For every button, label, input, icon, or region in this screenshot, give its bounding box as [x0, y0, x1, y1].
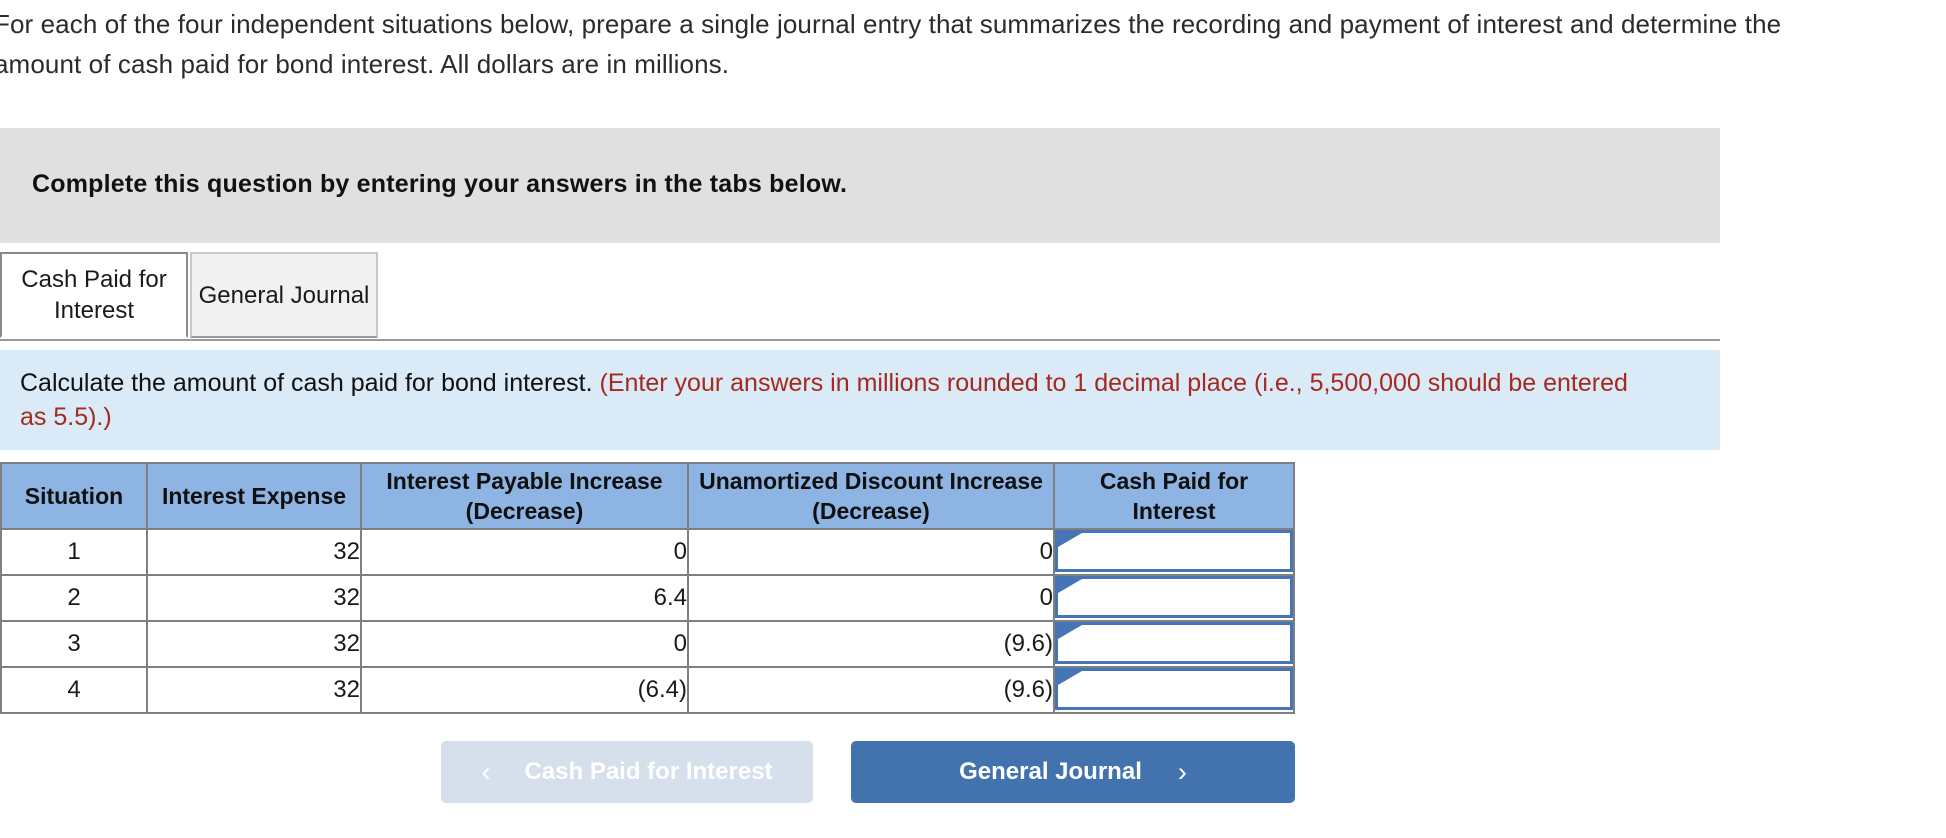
calculation-instruction-banner: Calculate the amount of cash paid for bo… — [0, 350, 1720, 450]
cell-interest-payable: 0 — [360, 528, 689, 576]
cell-cash-paid-for-interest — [1053, 528, 1295, 576]
next-tab-button[interactable]: General Journal › — [851, 741, 1295, 803]
table-row: 1 32 0 0 — [0, 528, 1295, 576]
cell-situation: 1 — [0, 528, 148, 576]
cell-interest-expense: 32 — [146, 666, 362, 714]
table-header-row: Situation Interest Expense Interest Paya… — [0, 462, 1295, 530]
column-header-cash-paid-for-interest: Cash Paid for Interest — [1053, 462, 1295, 530]
cell-situation: 3 — [0, 620, 148, 668]
cell-interest-payable: 0 — [360, 620, 689, 668]
cell-interest-expense: 32 — [146, 620, 362, 668]
cash-paid-for-interest-table: Situation Interest Expense Interest Paya… — [0, 462, 1295, 714]
cell-cash-paid-for-interest — [1053, 620, 1295, 668]
cell-unamortized-discount: 0 — [687, 528, 1055, 576]
table-row: 3 32 0 (9.6) — [0, 620, 1295, 668]
tab-general-journal-label: General Journal — [198, 281, 370, 309]
cell-situation: 2 — [0, 574, 148, 622]
answer-input-wrapper — [1055, 668, 1293, 710]
cash-paid-input[interactable] — [1058, 579, 1290, 615]
complete-question-banner: Complete this question by entering your … — [0, 128, 1720, 243]
cell-interest-payable: 6.4 — [360, 574, 689, 622]
tab-bar: Cash Paid for Interest General Journal — [0, 252, 1720, 342]
tab-bar-underline — [0, 339, 1720, 341]
cell-interest-payable: (6.4) — [360, 666, 689, 714]
answer-input-wrapper — [1055, 530, 1293, 572]
answer-input-wrapper — [1055, 576, 1293, 618]
table-header: Situation Interest Expense Interest Paya… — [0, 462, 1295, 530]
column-header-situation: Situation — [0, 462, 148, 530]
column-header-interest-expense: Interest Expense — [146, 462, 362, 530]
answer-input-wrapper — [1055, 622, 1293, 664]
cash-paid-input[interactable] — [1058, 671, 1290, 707]
tab-cash-paid-for-interest-label: Cash Paid for Interest — [21, 266, 167, 324]
cell-unamortized-discount: (9.6) — [687, 620, 1055, 668]
calculation-instruction-main: Calculate the amount of cash paid for bo… — [20, 369, 593, 397]
column-header-unamortized-discount: Unamortized Discount Increase (Decrease) — [687, 462, 1055, 530]
column-header-interest-payable: Interest Payable Increase (Decrease) — [360, 462, 689, 530]
table-row: 4 32 (6.4) (9.6) — [0, 666, 1295, 714]
cell-interest-expense: 32 — [146, 528, 362, 576]
cell-unamortized-discount: 0 — [687, 574, 1055, 622]
cell-interest-expense: 32 — [146, 574, 362, 622]
table-row: 2 32 6.4 0 — [0, 574, 1295, 622]
table-body: 1 32 0 0 2 32 6.4 0 3 32 0 (9.6) 4 32 (6… — [0, 528, 1295, 714]
cell-cash-paid-for-interest — [1053, 666, 1295, 714]
tab-general-journal[interactable]: General Journal — [190, 252, 378, 338]
calculation-instruction-text: Calculate the amount of cash paid for bo… — [20, 366, 1640, 434]
cell-cash-paid-for-interest — [1053, 574, 1295, 622]
question-intro-text: For each of the four independent situati… — [0, 9, 1782, 79]
chevron-right-icon: › — [1177, 756, 1187, 787]
chevron-left-icon: ‹ — [481, 756, 491, 787]
cell-unamortized-discount: (9.6) — [687, 666, 1055, 714]
cash-paid-input[interactable] — [1058, 625, 1290, 661]
cell-situation: 4 — [0, 666, 148, 714]
prev-tab-button-label: Cash Paid for Interest — [524, 758, 773, 785]
next-tab-button-label: General Journal — [959, 758, 1142, 785]
tab-cash-paid-for-interest[interactable]: Cash Paid for Interest — [0, 252, 188, 338]
cash-paid-input[interactable] — [1058, 533, 1290, 569]
complete-question-banner-text: Complete this question by entering your … — [32, 170, 848, 198]
prev-tab-button[interactable]: ‹ Cash Paid for Interest — [441, 741, 813, 803]
